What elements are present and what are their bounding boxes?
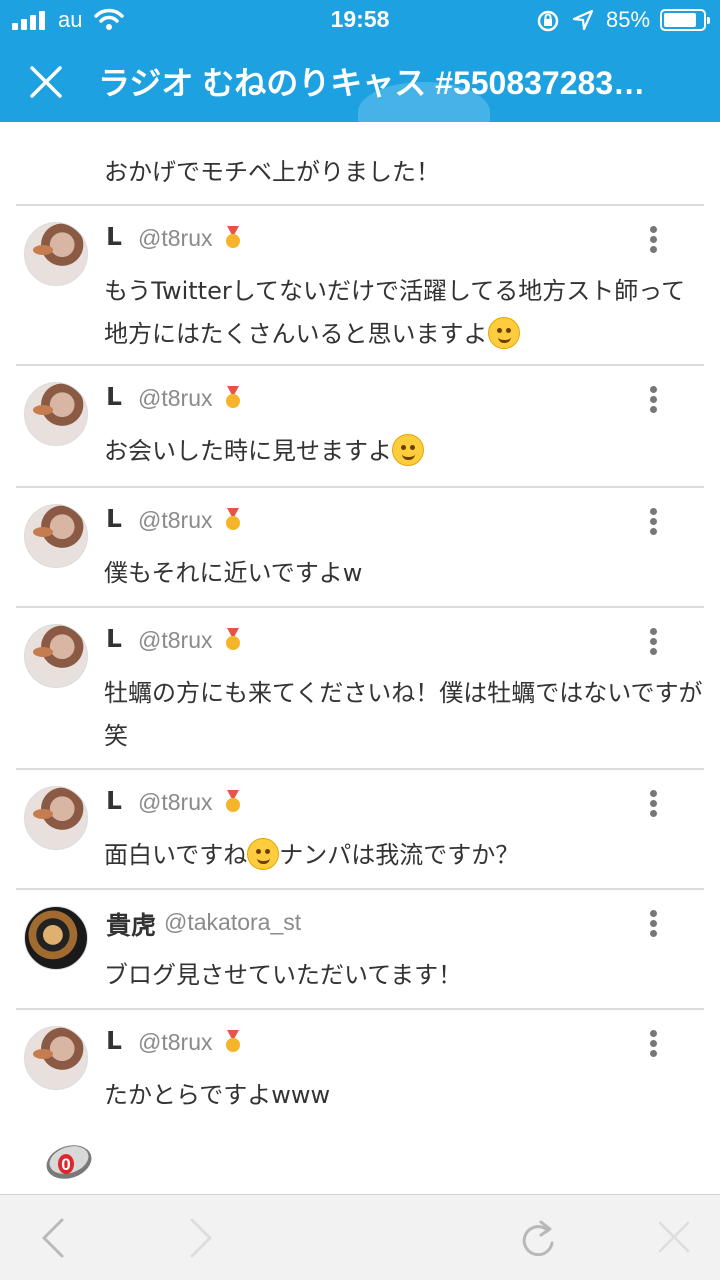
medal-icon: [226, 226, 240, 248]
wink-emoji: [487, 317, 520, 349]
avatar[interactable]: [24, 504, 88, 568]
user-name[interactable]: L: [106, 1026, 122, 1055]
tears-of-joy-emoji: [392, 434, 424, 466]
divider: [16, 204, 704, 206]
close-icon[interactable]: [656, 1217, 692, 1257]
divider: [16, 768, 704, 770]
user-handle: @t8rux: [138, 507, 213, 533]
user-handle: @t8rux: [138, 627, 213, 653]
user-handle: @t8rux: [138, 1029, 213, 1055]
medal-icon: [226, 790, 240, 812]
user-handle: @t8rux: [138, 225, 213, 251]
user-name[interactable]: L: [106, 786, 122, 815]
status-bar: au 19:58 85%: [0, 0, 720, 40]
divider: [16, 486, 704, 488]
medal-icon: [226, 508, 240, 530]
more-vertical-icon[interactable]: [648, 790, 658, 820]
bottom-toolbar: [0, 1194, 720, 1280]
comment-text: 牡蠣の方にも来てくださいね！僕は牡蠣ではないですが笑: [104, 679, 703, 750]
comment-text: たかとらですよwww: [104, 1081, 331, 1109]
page-title: ラジオ むねのりキャス #550837283…: [98, 65, 646, 101]
user-handle: @t8rux: [138, 385, 213, 411]
divider: [16, 364, 704, 366]
divider: [16, 888, 704, 890]
location-arrow-icon: [572, 9, 594, 31]
comment-text: 僕もそれに近いですよw: [104, 559, 363, 587]
user-name[interactable]: L: [106, 504, 122, 533]
smile-emoji: [247, 838, 280, 870]
battery-icon: [660, 9, 710, 31]
avatar[interactable]: [24, 222, 88, 286]
more-vertical-icon[interactable]: [648, 226, 658, 256]
user-name[interactable]: 貴虎: [106, 906, 156, 942]
user-name[interactable]: L: [106, 382, 122, 411]
avatar[interactable]: [24, 624, 88, 688]
comment-text: ブログ見させていただいてます！: [104, 961, 463, 989]
medal-icon: [226, 1030, 240, 1052]
more-vertical-icon[interactable]: [648, 628, 658, 658]
chevron-right-icon[interactable]: [186, 1217, 216, 1259]
user-handle: @takatora_st: [164, 909, 302, 935]
chevron-left-icon[interactable]: [38, 1217, 68, 1259]
more-vertical-icon[interactable]: [648, 386, 658, 416]
divider: [16, 1008, 704, 1010]
divider: [16, 606, 704, 608]
avatar[interactable]: [24, 906, 88, 970]
avatar[interactable]: [24, 382, 88, 446]
comment-text: お会いした時に見せますよ: [104, 430, 704, 473]
user-name[interactable]: L: [106, 624, 122, 653]
badge-count: 0: [61, 1155, 70, 1174]
nav-bar: ラジオ むねのりキャス #550837283…: [0, 40, 720, 122]
battery-percent: 85%: [606, 7, 651, 32]
comment-text: おかげでモチベ上がりました！: [104, 158, 440, 186]
user-name[interactable]: L: [106, 222, 122, 251]
comment-list[interactable]: おかげでモチベ上がりました！ L @t8rux もうTwitterしてないだけで…: [0, 122, 720, 1194]
medal-icon: [226, 628, 240, 650]
floating-badge[interactable]: 0: [44, 1140, 94, 1182]
reload-icon[interactable]: [520, 1217, 560, 1261]
rotation-lock-icon: [537, 10, 559, 32]
more-vertical-icon[interactable]: [648, 910, 658, 940]
header: au 19:58 85% ラジオ むねのりキャス #550837283…: [0, 0, 720, 122]
avatar[interactable]: [24, 1026, 88, 1090]
comment-text: 面白いですね ナンパは我流ですか？: [104, 834, 704, 877]
more-vertical-icon[interactable]: [648, 1030, 658, 1060]
medal-icon: [226, 386, 240, 408]
user-handle: @t8rux: [138, 789, 213, 815]
avatar[interactable]: [24, 786, 88, 850]
close-icon[interactable]: [24, 60, 68, 104]
more-vertical-icon[interactable]: [648, 508, 658, 538]
comment-text: もうTwitterしてないだけで活躍してる地方スト師って地方にはたくさんいると思…: [104, 277, 686, 349]
